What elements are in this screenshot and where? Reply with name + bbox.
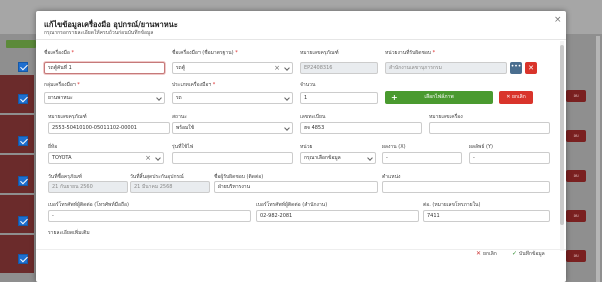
close-icon[interactable]: × xyxy=(554,16,562,25)
clear-unit-button[interactable]: ✕ xyxy=(525,62,537,74)
background-row-button: ลบ xyxy=(566,130,586,142)
select-all-checkbox-icon xyxy=(18,62,28,72)
contact-person-label: ชื่อผู้รับผิดชอบ (ติดต่อ) xyxy=(214,174,264,180)
asset-code-input[interactable]: EP2408316 xyxy=(300,62,378,74)
range-x-input[interactable]: - xyxy=(382,152,462,164)
row-checkbox-icon xyxy=(18,254,28,264)
footer-save-button[interactable]: ✓ บันทึกข้อมูล xyxy=(512,250,545,258)
chevron-down-icon xyxy=(284,95,290,101)
row-checkbox-icon xyxy=(18,176,28,186)
quantity-input[interactable]: 1 xyxy=(300,92,378,104)
clear-icon[interactable]: × xyxy=(145,153,151,163)
close-icon: ✕ xyxy=(476,250,482,257)
range-x-label: ผลงาน (X) xyxy=(382,144,406,150)
plate-label: เลขทะเบียน xyxy=(300,114,326,120)
std-name-label: ชื่อเครื่องมือฯ (ชื่อมาตรฐาน) * xyxy=(172,50,238,56)
serial-label: หมายเลขเครื่อง xyxy=(429,114,463,120)
extension-label: ต่อ. (หมายเลขโทรภายใน) xyxy=(423,202,481,208)
plus-icon: + xyxy=(391,93,398,102)
mobile-input[interactable]: - xyxy=(48,210,251,222)
chevron-down-icon xyxy=(284,125,290,131)
range-y-label: ผลลัพธ์ (Y) xyxy=(469,144,493,150)
clear-icon[interactable]: × xyxy=(274,63,280,73)
group-select[interactable]: ยานพาหนะ xyxy=(44,92,165,104)
range-y-input[interactable]: - xyxy=(469,152,550,164)
header-divider xyxy=(36,39,566,40)
chevron-down-icon xyxy=(367,155,373,161)
tool-name-label: ชื่อเครื่องมือ * xyxy=(44,50,74,56)
background-row-button: ลบ xyxy=(566,210,586,222)
background-row-marker xyxy=(0,115,34,153)
tool-name-input[interactable]: รถตู้คันที่ 1 xyxy=(44,62,165,74)
purchase-date-label: วันที่ซื้อครุภัณฑ์ xyxy=(48,174,83,180)
warranty-date-input[interactable]: 21 มีนาคม 2568 xyxy=(130,181,210,193)
type-label: ประเภทเครื่องมือฯ * xyxy=(172,82,216,88)
row-checkbox-icon xyxy=(18,216,28,226)
office-phone-input[interactable]: 02-982-2081 xyxy=(256,210,419,222)
edit-equipment-modal: แก้ไขข้อมูลเครื่องมือ อุปกรณ์/ยานพาหนะ ก… xyxy=(36,11,566,282)
chevron-down-icon xyxy=(155,155,161,161)
browse-unit-button[interactable]: ••• xyxy=(510,62,522,74)
remark-label: รายละเอียดเพิ่มเติม xyxy=(48,230,90,236)
asset-number-input[interactable]: 2553-50410100-05011102-00001 xyxy=(48,122,170,134)
brand-label: ยี่ห้อ xyxy=(48,144,58,150)
background-row-marker xyxy=(0,75,34,113)
chevron-down-icon xyxy=(284,65,290,71)
type-select[interactable]: รถ xyxy=(172,92,293,104)
row-checkbox-icon xyxy=(18,94,28,104)
extension-input[interactable]: 7411 xyxy=(423,210,550,222)
background-add-button xyxy=(6,40,36,48)
asset-number-label: หมายเลขครุภัณฑ์ xyxy=(48,114,87,120)
warranty-date-label: วันที่สิ้นสุดประกันอุปกรณ์ xyxy=(130,174,184,180)
status-label: สถานะ xyxy=(172,114,187,120)
page-scrollbar xyxy=(596,36,600,282)
scrollbar-thumb[interactable] xyxy=(560,45,564,225)
background-row-marker xyxy=(0,235,34,273)
row-checkbox-icon xyxy=(18,136,28,146)
chevron-down-icon xyxy=(156,95,162,101)
background-row-button: ลบ xyxy=(566,170,586,182)
model-label: รุ่นที่ใช้ไฟ xyxy=(172,144,194,150)
position-label: ตำแหน่ง xyxy=(382,174,401,180)
quantity-label: จำนวน xyxy=(300,82,316,88)
purchase-date-input[interactable]: 21 กันยายน 2560 xyxy=(48,181,128,193)
status-select[interactable]: พร้อมใช้ xyxy=(172,122,293,134)
brand-select[interactable]: TOYOTA × xyxy=(48,152,164,164)
model-input[interactable] xyxy=(172,152,293,164)
asset-code-label: หมายเลขครุภัณฑ์ xyxy=(300,50,339,56)
modal-scrollbar[interactable] xyxy=(560,41,564,251)
unit-select[interactable]: กรุณาเลือกข้อมูล xyxy=(300,152,376,164)
position-input[interactable] xyxy=(382,181,550,193)
responsible-unit-input[interactable]: สำนักงานเลขานุการกรม xyxy=(385,62,507,74)
add-image-button[interactable]: + เลือกไฟล์ภาพ xyxy=(385,91,493,104)
cancel-image-button[interactable]: ✕ ยกเลิก xyxy=(499,91,533,104)
office-phone-label: เบอร์โทรศัพท์ผู้ติดต่อ (สำนักงาน) xyxy=(256,202,328,208)
contact-person-input[interactable]: ฝ่ายบริหารงาน xyxy=(214,181,378,193)
background-row-marker xyxy=(0,155,34,193)
unit-label: หน่วย xyxy=(300,144,313,150)
group-label: กลุ่มเครื่องมือฯ * xyxy=(44,82,80,88)
check-icon: ✓ xyxy=(512,250,518,257)
responsible-unit-label: หน่วยงานที่รับผิดชอบ * xyxy=(385,50,436,56)
modal-subtitle: กรุณากรอกรายละเอียดให้ครบถ้วนก่อนบันทึกข… xyxy=(44,30,154,36)
background-row-marker xyxy=(0,195,34,233)
plate-input[interactable]: ฮจ 4853 xyxy=(300,122,422,134)
background-row-button: ลบ xyxy=(566,90,586,102)
mobile-label: เบอร์โทรศัพท์ผู้ติดต่อ (โทรศัพท์มือถือ) xyxy=(48,202,129,208)
std-name-select[interactable]: รถตู้ × xyxy=(172,62,293,74)
serial-input[interactable] xyxy=(429,122,550,134)
footer-cancel-button[interactable]: ✕ ยกเลิก xyxy=(476,250,497,258)
background-row-button: ลบ xyxy=(566,250,586,262)
